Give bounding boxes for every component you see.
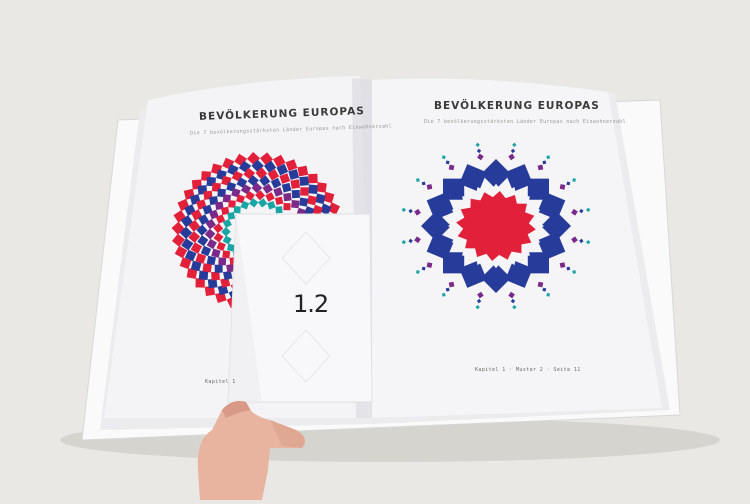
- fan-diamond: [290, 179, 301, 189]
- right-page-footer: Kapitel 1 · Muster 2 · Seite 11: [475, 367, 581, 373]
- ray-dot: [559, 184, 566, 190]
- right-page-title: BEVÖLKERUNG EUROPAS: [434, 100, 600, 112]
- right-page-subtitle: Die 7 bevölkerungsstärksten Länder Europ…: [424, 119, 626, 125]
- ray-dot: [542, 160, 547, 165]
- book-photo: [60, 76, 720, 500]
- fan-diamond: [275, 206, 283, 214]
- ray-dot: [572, 270, 576, 274]
- fan-diamond: [291, 200, 300, 209]
- ray-dot: [426, 184, 433, 190]
- fan-diamond: [308, 173, 318, 184]
- ray-dot: [421, 181, 426, 186]
- insert-card-number: 1.2: [293, 290, 329, 318]
- ray-dot: [448, 281, 455, 288]
- fan-diamond: [316, 182, 327, 193]
- fan-diamond: [300, 187, 309, 196]
- fan-diamond: [227, 212, 236, 220]
- fan-diamond: [283, 192, 292, 202]
- ray-dot: [416, 270, 420, 274]
- fan-diamond: [218, 257, 227, 266]
- fan-diamond: [283, 203, 291, 211]
- ray-dot: [445, 287, 450, 292]
- fan-diamond: [306, 195, 317, 206]
- ray-dot: [537, 281, 544, 288]
- fan-diamond: [206, 255, 216, 266]
- ray-dot: [542, 287, 547, 292]
- fan-diamond: [297, 165, 309, 177]
- ray-dot: [572, 178, 576, 182]
- fan-diamond: [222, 250, 231, 259]
- photo-scene: BEVÖLKERUNG EUROPAS Die 7 bevölkerungsst…: [0, 0, 750, 500]
- ray-dot: [421, 266, 426, 271]
- ray-dot: [416, 178, 420, 182]
- ray-dot: [566, 181, 571, 186]
- ray-dot: [445, 160, 450, 165]
- ray-dot: [448, 164, 455, 171]
- fan-diamond: [233, 206, 241, 214]
- fan-diamond: [308, 184, 318, 194]
- ray-dot: [566, 266, 571, 271]
- ray-dot: [426, 262, 433, 268]
- ray-dot: [559, 262, 566, 268]
- fan-diamond: [211, 271, 220, 281]
- fan-diamond: [291, 189, 300, 199]
- fan-diamond: [202, 263, 212, 273]
- fan-diamond: [299, 176, 309, 186]
- fan-diamond: [214, 264, 223, 273]
- fan-diamond: [198, 270, 209, 280]
- ray-dot: [537, 164, 544, 171]
- fan-diamond: [299, 197, 309, 207]
- left-page-footer: Kapitel 1: [205, 379, 236, 385]
